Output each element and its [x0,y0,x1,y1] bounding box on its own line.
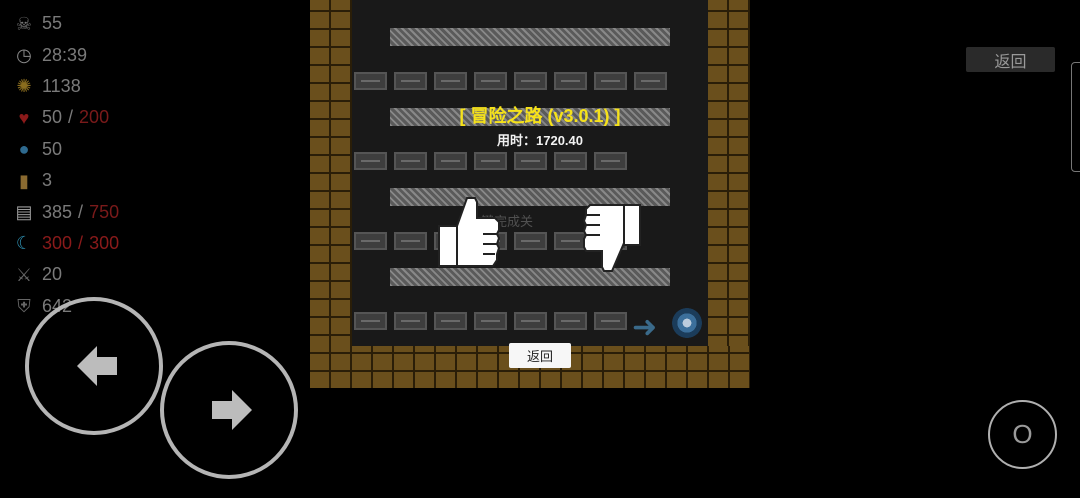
game-board: [O] 键完成关 ➜ [310,0,750,388]
stat-gold: ✺ 1138 [12,71,119,102]
stat-mana: ☾ 300 / 300 [12,228,119,259]
stat-book: ▮ 3 [12,165,119,196]
stat-scroll: ▤ 385 / 750 [12,196,119,227]
status-panel: ☠ 55 ◷ 28:39 ✺ 1138 ♥ 50 / 200 ● 50 ▮ 3 … [12,8,119,322]
elapsed-time: 用时：1720.40 [497,133,583,148]
arrow-right-icon [212,390,252,430]
stat-value: 1138 [42,75,81,96]
stat-value: 300 [42,232,73,253]
stat-value: 28:39 [42,44,88,65]
dialog-back-button[interactable]: 返回 [509,343,571,368]
stat-attack: ⚔ 20 [12,259,119,290]
gold-coin-icon: ✺ [16,76,32,97]
brick-wall-right [708,0,750,388]
stat-time: ◷ 28:39 [12,39,119,70]
o-action-button[interactable]: O [988,400,1057,469]
skull-icon: ☠ [15,13,33,34]
scroll-icon: ▤ [15,202,33,223]
brick-wall-left [310,0,352,388]
top-back-button[interactable]: 返回 [966,47,1055,72]
move-left-button[interactable] [25,297,163,435]
stat-deaths: ☠ 55 [12,8,119,39]
stat-max: 750 [89,201,120,222]
game-title: [ 冒险之路 (v3.0.1) ] [459,106,621,126]
sign-row [354,72,667,90]
stat-max: 300 [89,232,120,253]
dungeon-floor [352,0,708,346]
stat-value: 3 [42,170,53,191]
stat-value: 55 [42,13,63,34]
separator: / [78,201,84,222]
thumbs-up-icon[interactable] [437,196,501,271]
sword-icon: ⚔ [15,264,33,285]
crescent-icon: ☾ [15,233,33,254]
separator: / [78,232,84,253]
portal-swirl-icon [672,308,702,338]
stone-row [390,28,670,46]
sign-row [354,152,627,170]
thumbs-down-icon[interactable] [582,203,642,273]
stat-value: 385 [42,201,73,222]
move-right-button[interactable] [160,341,298,479]
book-icon: ▮ [19,170,29,191]
arrow-left-icon [77,346,117,386]
stat-value: 20 [42,264,63,285]
arrow-right-icon: ➜ [632,311,658,344]
sign-row [354,312,627,330]
clock-icon: ◷ [16,45,32,66]
